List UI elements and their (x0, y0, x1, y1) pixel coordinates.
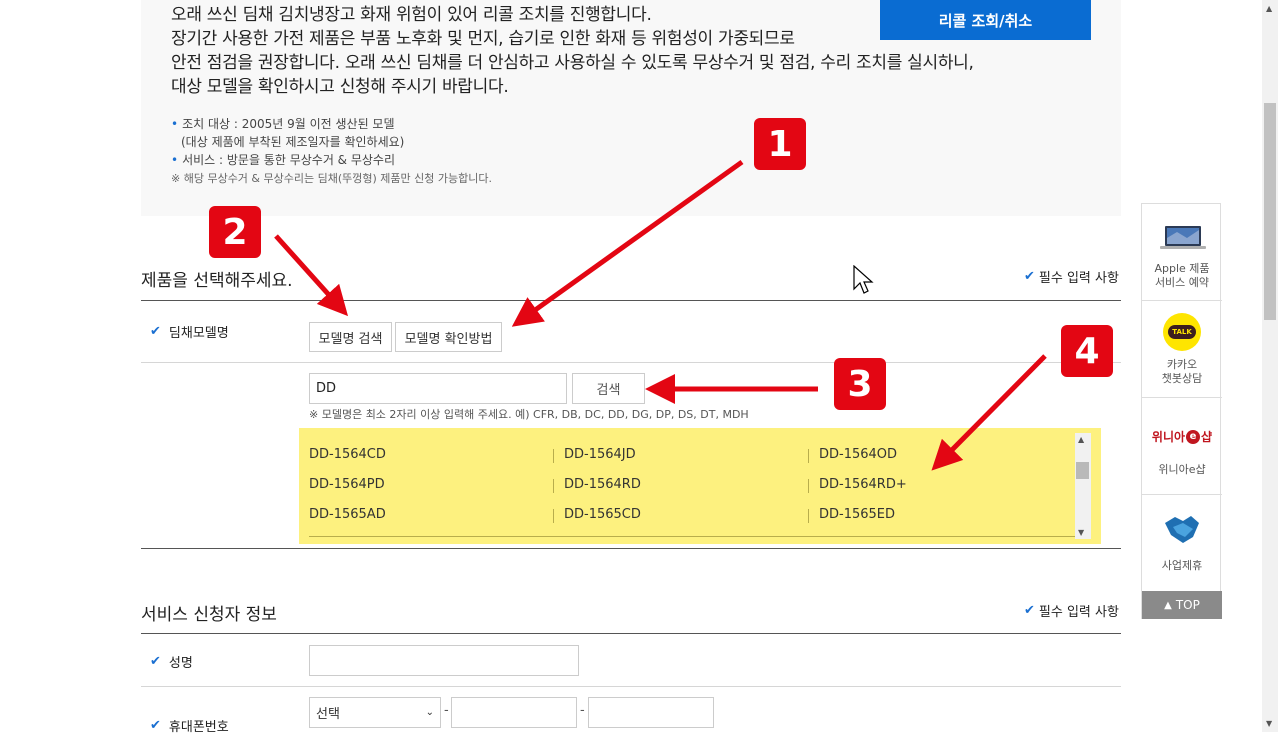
arrow-1 (511, 159, 744, 327)
arrow-2 (274, 234, 349, 317)
annotation-badge-3: 3 (834, 358, 886, 410)
annotation-badge-2: 2 (209, 206, 261, 258)
arrow-4 (931, 354, 1047, 471)
annotation-badge-1: 1 (754, 118, 806, 170)
annotation-badge-4: 4 (1061, 325, 1113, 377)
